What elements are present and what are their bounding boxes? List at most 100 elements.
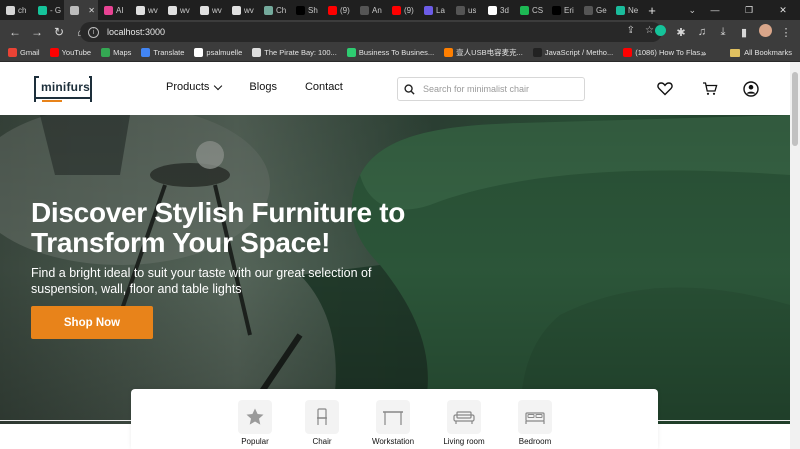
browser-tab[interactable]: wv	[130, 0, 162, 20]
tab-favicon	[520, 5, 529, 15]
wishlist-heart-icon[interactable]	[657, 81, 673, 96]
reload-icon[interactable]: ↻	[48, 25, 70, 39]
bookmarks-overflow-icon[interactable]: »	[701, 48, 706, 58]
tab-title: Ch	[276, 5, 287, 15]
tab-title: wv	[148, 5, 158, 15]
browser-tab[interactable]: (9)	[386, 0, 418, 20]
bookmark-label: (1086) How To Flas...	[635, 48, 707, 57]
bookmarks-bar: Gmail YouTube Maps Translate psalmuelle The P…	[0, 44, 800, 62]
folder-icon	[730, 48, 741, 57]
tab-title: An	[372, 5, 382, 15]
category-living-room[interactable]: Living room	[429, 400, 499, 446]
tab-favicon	[424, 5, 433, 15]
tab-title: us	[468, 5, 477, 15]
nav-blogs[interactable]: Blogs	[249, 81, 277, 93]
browser-tab[interactable]: Ne	[610, 0, 642, 20]
bookmark-item[interactable]: YouTube	[49, 48, 92, 57]
account-user-icon[interactable]	[743, 81, 759, 97]
cart-icon[interactable]	[702, 81, 718, 96]
browser-tab[interactable]: Eri	[546, 0, 578, 20]
nav-contact[interactable]: Contact	[305, 81, 343, 93]
browser-tab[interactable]: La	[418, 0, 450, 20]
forward-icon[interactable]: →	[26, 25, 48, 39]
browser-menu-icon[interactable]: ⋮	[780, 26, 792, 39]
bookmark-label: YouTube	[61, 48, 92, 57]
category-bedroom[interactable]: Bedroom	[500, 400, 570, 446]
download-icon[interactable]: ⤓	[717, 26, 729, 39]
tab-favicon	[584, 5, 593, 15]
nav-products[interactable]: Products	[166, 81, 223, 93]
media-controls-icon[interactable]: ♫	[696, 26, 708, 38]
logo-text: minifurs	[41, 80, 90, 94]
site-info-icon[interactable]: i	[88, 26, 99, 38]
bookmark-item[interactable]: (1086) How To Flas...	[623, 48, 706, 57]
bookmark-item[interactable]: 壹人USB电容麦克...	[444, 47, 523, 58]
category-chair[interactable]: Chair	[287, 400, 357, 446]
browser-tab[interactable]: wv	[162, 0, 194, 20]
back-icon[interactable]: ←	[4, 25, 26, 39]
page-viewport: minifurs Products Blogs Contact Search f…	[0, 62, 790, 449]
bookmark-item[interactable]: Translate	[141, 48, 184, 57]
bookmark-favicon	[141, 48, 151, 57]
tab-close-icon[interactable]: ✕	[88, 6, 95, 15]
browser-tab[interactable]: ch	[0, 0, 32, 20]
extensions-puzzle-icon[interactable]: ✱	[675, 26, 687, 39]
window-controls: — ❐ ✕	[698, 0, 800, 20]
side-panel-icon[interactable]: ▮	[738, 26, 750, 39]
chair-icon	[305, 400, 339, 434]
bookmark-item[interactable]: Business To Busines...	[346, 48, 434, 57]
category-workstation[interactable]: Workstation	[358, 400, 428, 446]
bookmark-item[interactable]: psalmuelle	[194, 48, 242, 57]
bookmark-label: 壹人USB电容麦克...	[456, 48, 523, 57]
browser-tab[interactable]: An	[354, 0, 386, 20]
nav-contact-label: Contact	[304, 81, 343, 93]
browser-tab[interactable]: Ch	[258, 0, 290, 20]
profile-avatar[interactable]	[759, 24, 772, 40]
tab-list: ch - G ✕ AI wv wv wv wv Ch Sh (9) An (9) La us 3d CS Eri G…	[0, 0, 642, 20]
tab-favicon	[136, 5, 145, 15]
browser-tab[interactable]: Sh	[290, 0, 322, 20]
category-label: Popular	[241, 437, 269, 446]
tab-title: (9)	[340, 5, 350, 15]
tab-title: - G	[50, 5, 62, 15]
scrollbar-thumb[interactable]	[792, 72, 798, 146]
browser-tab[interactable]: 3d	[482, 0, 514, 20]
tab-favicon	[232, 5, 241, 15]
site-logo[interactable]: minifurs	[32, 74, 94, 104]
window-close-icon[interactable]: ✕	[766, 0, 800, 20]
tab-title: wv	[212, 5, 222, 15]
grammarly-extension-icon[interactable]	[654, 25, 666, 39]
category-popular[interactable]: Popular	[220, 400, 290, 446]
bookmark-item[interactable]: Maps	[101, 48, 131, 57]
minimize-icon[interactable]: —	[698, 0, 732, 20]
search-input[interactable]	[423, 84, 573, 94]
browser-tab[interactable]: AI	[98, 0, 130, 20]
bookmark-label: psalmuelle	[206, 48, 243, 57]
browser-tab[interactable]: ✕	[64, 0, 98, 20]
page-scrollbar[interactable]	[790, 62, 800, 449]
browser-tab[interactable]: us	[450, 0, 482, 20]
browser-tab[interactable]: CS	[514, 0, 546, 20]
bookmark-star-icon[interactable]: ☆	[645, 25, 654, 36]
restore-icon[interactable]: ❐	[732, 0, 766, 20]
bookmark-favicon	[194, 48, 204, 57]
tab-favicon	[264, 5, 273, 15]
browser-tab[interactable]: (9)	[322, 0, 354, 20]
shop-now-button[interactable]: Shop Now	[31, 306, 153, 339]
tab-search-icon[interactable]: ⌄	[688, 0, 696, 20]
site-header: minifurs Products Blogs Contact	[0, 62, 790, 115]
browser-tab[interactable]: wv	[226, 0, 258, 20]
all-bookmarks-button[interactable]: All Bookmarks	[730, 48, 792, 57]
tab-favicon	[328, 5, 337, 15]
bookmark-item[interactable]: Gmail	[8, 48, 40, 57]
bookmark-label: Translate	[153, 48, 185, 57]
bookmark-favicon	[623, 48, 633, 57]
share-icon[interactable]: ⇪	[627, 25, 635, 36]
new-tab-icon[interactable]: +	[644, 3, 660, 18]
address-bar[interactable]: i localhost:3000 ⇪ ☆	[80, 22, 662, 42]
browser-tab[interactable]: Ge	[578, 0, 610, 20]
bookmark-item[interactable]: JavaScript / Metho...	[532, 48, 613, 57]
browser-tab[interactable]: - G	[32, 0, 64, 20]
browser-tab[interactable]: wv	[194, 0, 226, 20]
bookmark-item[interactable]: The Pirate Bay: 100...	[252, 48, 337, 57]
